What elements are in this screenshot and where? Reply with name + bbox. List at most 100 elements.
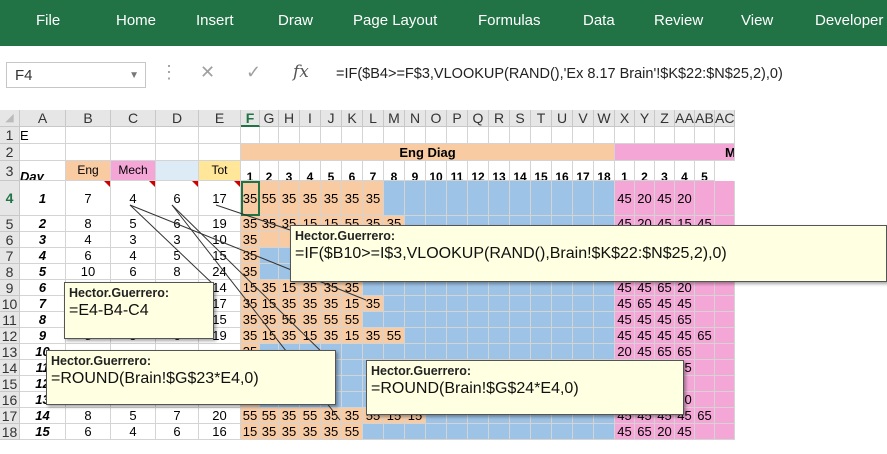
row-header-15[interactable]: 15 — [0, 376, 20, 392]
cell-eng-value[interactable] — [489, 424, 510, 440]
cell-mech-value[interactable]: 65 — [675, 312, 695, 328]
row-header-5[interactable]: 5 — [0, 216, 20, 232]
cell-mech-value[interactable]: 45 — [635, 344, 655, 360]
cell[interactable] — [241, 127, 260, 144]
comment-indicator-icon[interactable] — [149, 181, 155, 187]
cell-mech-value[interactable]: 45 — [615, 328, 635, 344]
cell-eng-diag[interactable]: 8 — [66, 216, 111, 232]
cell-mech-diag[interactable]: 5 — [111, 216, 156, 232]
cell-eng-value[interactable]: 35 — [241, 264, 260, 280]
cell-mech-value[interactable]: 45 — [635, 312, 655, 328]
column-header-V[interactable]: V — [573, 110, 594, 127]
cell-eng-value[interactable] — [342, 376, 363, 392]
cell-mech-value[interactable]: 20 — [675, 181, 695, 216]
cell[interactable] — [426, 127, 447, 144]
cell-mech-value[interactable]: 65 — [695, 408, 715, 424]
cell-eng-value[interactable] — [426, 296, 447, 312]
cell-eng-value[interactable] — [573, 328, 594, 344]
mech-day-number[interactable]: 4 — [675, 161, 695, 181]
cell-eng-value[interactable] — [447, 181, 468, 216]
cell-eng-value[interactable] — [405, 296, 426, 312]
cell-eng-value[interactable] — [468, 280, 489, 296]
cell-eng-value[interactable] — [510, 296, 531, 312]
cell-eng-value[interactable] — [447, 312, 468, 328]
cell-mech-value[interactable]: 45 — [615, 424, 635, 440]
cell-mech-value[interactable] — [715, 376, 735, 392]
cell-eng-value[interactable] — [405, 328, 426, 344]
cell-eng-value[interactable]: 35 — [241, 216, 260, 232]
cell-eng-value[interactable] — [552, 280, 573, 296]
column-header-P[interactable]: P — [447, 110, 468, 127]
cell-eng-value[interactable]: 55 — [279, 312, 300, 328]
cell-eng-value[interactable] — [447, 280, 468, 296]
cell-eng-value[interactable]: 35 — [300, 312, 321, 328]
row-header-2[interactable]: 2 — [0, 144, 20, 161]
mech-day-number[interactable]: 1 — [615, 161, 635, 181]
cell-tot-clnts[interactable]: 16 — [199, 424, 241, 440]
comment-box[interactable]: Hector.Guerrero: =ROUND(Brain!$G$24*E4,0) — [366, 360, 684, 415]
cell-eng-value[interactable] — [489, 296, 510, 312]
cell[interactable] — [300, 127, 321, 144]
column-header-C[interactable]: C — [111, 110, 156, 127]
header-eng-diag[interactable]: EngDiag — [66, 161, 111, 181]
comment-indicator-icon[interactable] — [192, 181, 198, 187]
cell-eng-diag[interactable]: 4 — [66, 232, 111, 248]
column-header-Z[interactable]: Z — [655, 110, 675, 127]
cell-day[interactable]: 4 — [20, 248, 66, 264]
column-header-H[interactable]: H — [279, 110, 300, 127]
cell-eng-value[interactable]: 35 — [260, 216, 279, 232]
cell-eng-value[interactable] — [510, 424, 531, 440]
cell-eng-value[interactable] — [426, 312, 447, 328]
eng-day-number[interactable]: 10 — [426, 161, 447, 181]
cell-day[interactable]: 7 — [20, 296, 66, 312]
cell-day[interactable]: 2 — [20, 216, 66, 232]
cell-mech-value[interactable] — [715, 280, 735, 296]
cell-mech-value[interactable] — [695, 392, 715, 408]
cell-eng-diag[interactable]: 8 — [66, 408, 111, 424]
row-header-3[interactable]: 3 — [0, 161, 20, 181]
cell-eng-value[interactable] — [405, 312, 426, 328]
column-header-U[interactable]: U — [552, 110, 573, 127]
cell-eng-value[interactable]: 55 — [384, 328, 405, 344]
column-header-L[interactable]: L — [363, 110, 384, 127]
header-tot-clnts[interactable]: TotClnts — [199, 161, 241, 181]
cell-eng-value[interactable] — [405, 344, 426, 360]
cell-eng-value[interactable]: 55 — [342, 424, 363, 440]
cell-eng-value[interactable] — [405, 280, 426, 296]
cell-eng-value[interactable] — [573, 344, 594, 360]
comment-indicator-icon[interactable] — [234, 181, 240, 187]
cell-eng-value[interactable]: 55 — [300, 408, 321, 424]
cell[interactable] — [594, 127, 615, 144]
cell[interactable] — [468, 127, 489, 144]
cell[interactable] — [199, 144, 241, 161]
cell-eng-value[interactable] — [468, 328, 489, 344]
cell-eng-value[interactable] — [531, 296, 552, 312]
cell-eng-value[interactable] — [447, 296, 468, 312]
column-header-A[interactable]: A — [20, 110, 66, 127]
cell-day[interactable]: 9 — [20, 328, 66, 344]
cell[interactable] — [111, 144, 156, 161]
cell-mech-value[interactable]: 45 — [655, 328, 675, 344]
cell-day[interactable]: 3 — [20, 232, 66, 248]
cell[interactable] — [384, 127, 405, 144]
cell-day[interactable]: 15 — [20, 424, 66, 440]
cell-oil-chg[interactable]: 6 — [156, 216, 199, 232]
eng-day-number[interactable]: 18 — [594, 161, 615, 181]
cell-mech-value[interactable] — [695, 181, 715, 216]
cell-eng-value[interactable] — [510, 312, 531, 328]
cell-eng-value[interactable] — [342, 392, 363, 408]
header-mech-diag[interactable]: MechDiag — [111, 161, 156, 181]
cell-eng-value[interactable]: 55 — [342, 312, 363, 328]
enter-check-icon[interactable]: ✓ — [246, 62, 261, 83]
cell[interactable] — [573, 127, 594, 144]
cell-eng-value[interactable]: 35 — [241, 181, 260, 216]
row-header-10[interactable]: 10 — [0, 296, 20, 312]
cell-eng-value[interactable]: 35 — [300, 280, 321, 296]
cell-mech-value[interactable] — [715, 424, 735, 440]
eng-day-number[interactable]: 12 — [468, 161, 489, 181]
cell-eng-value[interactable]: 35 — [321, 280, 342, 296]
cell[interactable] — [715, 127, 735, 144]
cell-mech-value[interactable] — [695, 344, 715, 360]
cell-eng-value[interactable] — [531, 328, 552, 344]
cell[interactable] — [695, 127, 715, 144]
